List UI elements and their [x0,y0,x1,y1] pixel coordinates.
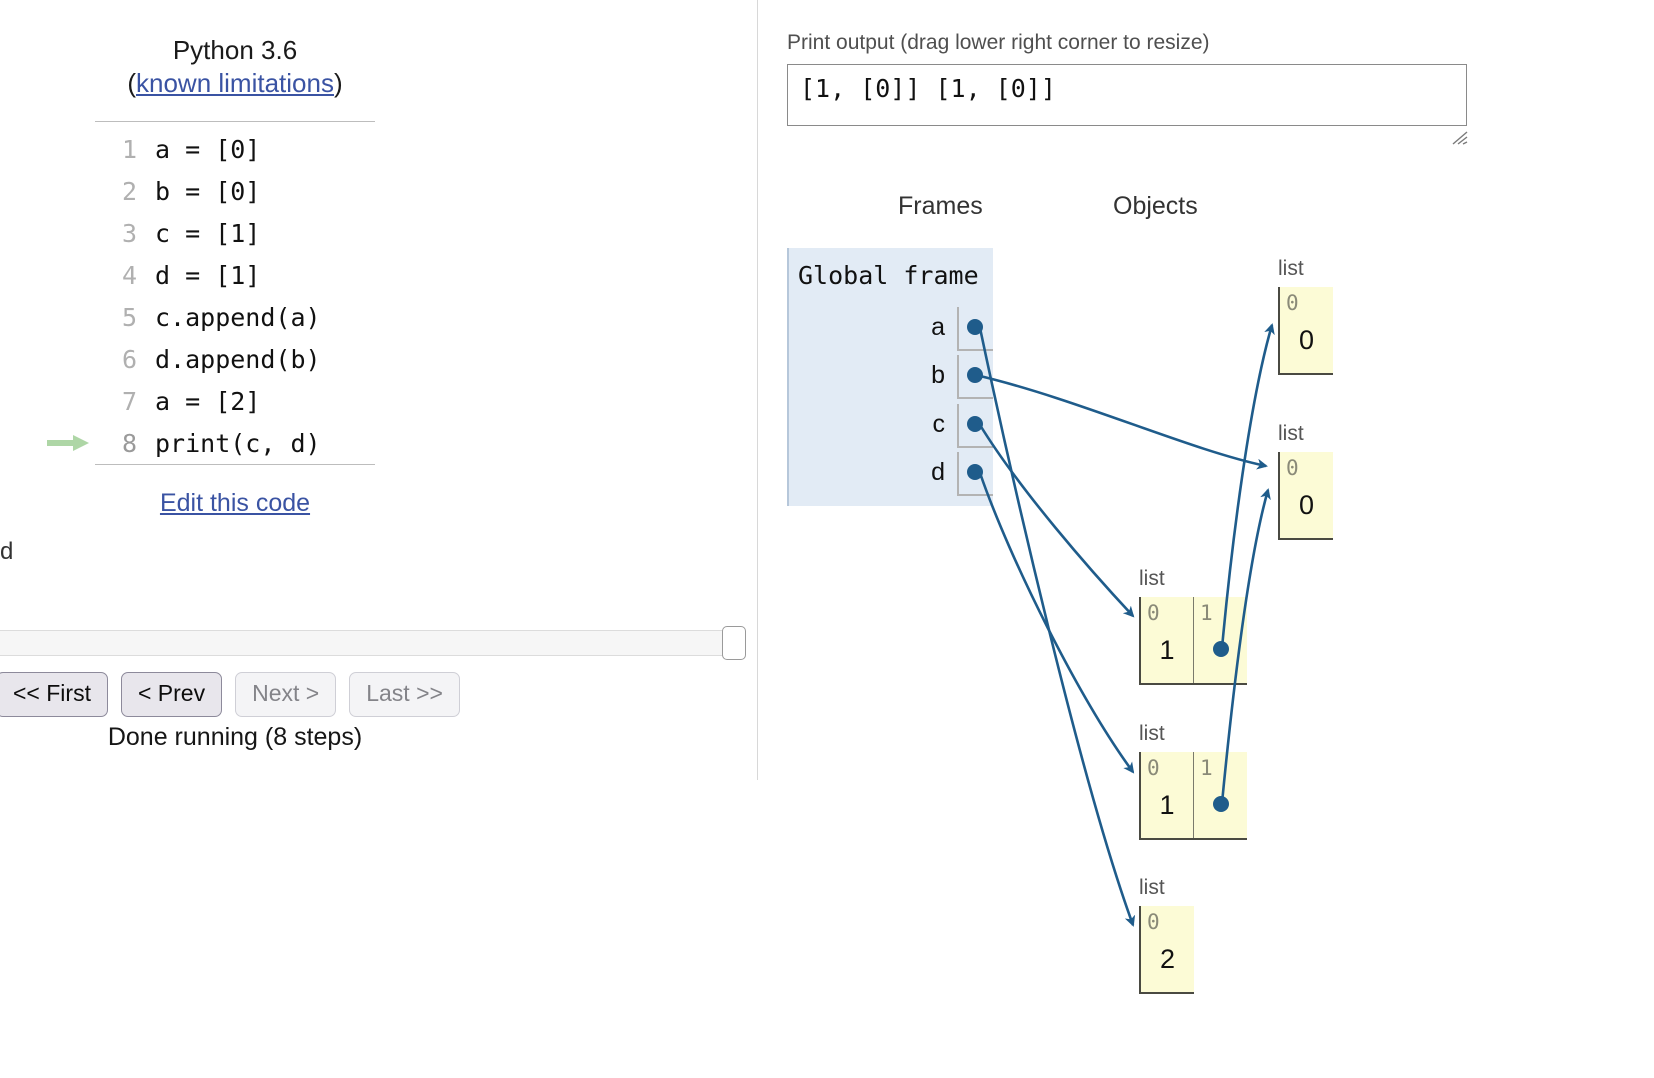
frames-column-title: Frames [898,192,983,220]
edit-this-code-link[interactable]: Edit this code [0,489,470,518]
resize-grip-icon[interactable] [1452,131,1468,145]
object-cell: 1 [1194,597,1247,683]
code-line-source: c = [1] [155,218,261,248]
frame-variable-name: d [931,458,945,486]
frame-variable-slot [957,307,993,351]
object-cell: 00 [1280,452,1333,538]
code-line-3[interactable]: 3 c = [1] [95,212,425,254]
frame-variable-b: b [787,353,993,401]
object-cell-index: 0 [1147,910,1160,934]
print-output-box[interactable]: [1, [0]] [1, [0]] [787,64,1467,126]
frame-variable-name: a [931,313,945,341]
code-line-source: print(c, d) [155,428,321,458]
object-cells: 00 [1278,452,1333,540]
code-listing: 1 a = [0] 2 b = [0] 3 c = [1] 4 d = [1] 5 c.appen… [47,128,425,464]
code-line-number: 7 [121,386,137,416]
object-cell-index: 0 [1286,291,1299,315]
code-line-number: 1 [121,134,137,164]
object-cell-value: 1 [1159,635,1175,665]
known-limitations-line: (known limitations) [0,67,470,100]
nav-button-prev[interactable]: < Prev [120,672,223,717]
code-line-source: d.append(b) [155,344,321,374]
code-line-source: a = [0] [155,134,261,164]
object-cells: 011 [1139,752,1247,840]
code-rule-top [95,121,375,122]
object-cells: 02 [1139,906,1194,994]
paren-open: ( [127,68,136,98]
frame-variable-slot [957,355,993,399]
code-line-5[interactable]: 5 c.append(a) [95,296,425,338]
object-obj_list_b: list 0 0 [1278,257,1333,375]
object-cell-index: 0 [1147,756,1160,780]
frame-variable-slot [957,452,993,496]
pane-divider [757,0,758,780]
code-line-1[interactable]: 1 a = [0] [95,128,425,170]
code-line-number: 2 [121,176,137,206]
code-line-4[interactable]: 4 d = [1] [95,254,425,296]
object-obj_list_a_old: list 0 0 [1278,422,1333,540]
code-line-number: 3 [121,218,137,248]
current-line-arrow-icon [47,435,89,451]
object-cell-value: 1 [1159,790,1175,820]
object-obj_c: list 0 1 1 [1139,567,1247,685]
nav-button-next: Next > [235,672,337,717]
object-obj_a: list 0 2 [1139,876,1194,994]
object-cell-index: 1 [1200,601,1213,625]
code-line-2[interactable]: 2 b = [0] [95,170,425,212]
object-cell-value: 0 [1298,325,1315,355]
code-line-number: 8 [121,428,137,458]
code-line-6[interactable]: 6 d.append(b) [95,338,425,380]
object-type-label: list [1139,876,1165,899]
execution-slider-handle[interactable] [722,626,746,660]
objects-column-title: Objects [1113,192,1198,220]
object-cells: 011 [1139,597,1247,685]
object-type-label: list [1139,722,1165,745]
object-cell-index: 0 [1286,456,1299,480]
object-cells: 00 [1278,287,1333,375]
code-line-number: 5 [121,302,137,332]
navigation-buttons: << First < Prev Next > Last >> [0,672,460,717]
object-cell-index: 0 [1147,601,1160,625]
paren-close: ) [333,68,343,98]
nav-button-first[interactable]: << First [0,672,108,717]
code-line-source: b = [0] [155,176,261,206]
code-line-8[interactable]: 8 print(c, d) [47,422,425,464]
object-cell: 1 [1194,752,1247,838]
frame-variable-a: a [787,305,993,353]
execution-slider-track[interactable] [0,630,746,656]
object-type-label: list [1139,567,1165,590]
code-line-source: d = [1] [155,260,261,290]
object-type-label: list [1278,422,1304,445]
code-line-7[interactable]: 7 a = [2] [95,380,425,422]
python-tutor-visualizer: Python 3.6 (known limitations) 1 a = [0] 2… [0,0,1654,1078]
object-cell-value: 2 [1159,944,1176,974]
object-type-label: list [1278,257,1304,280]
code-line-number: 6 [121,344,137,374]
object-cell: 02 [1141,906,1194,992]
execution-status: Done running (8 steps) [107,723,363,751]
code-line-number: 4 [121,260,137,290]
nav-button-last: Last >> [349,672,460,717]
frame-variable-name: b [931,361,945,389]
frame-variable-c: c [787,402,993,450]
object-cell: 01 [1141,597,1194,683]
python-version-header: Python 3.6 (known limitations) [0,34,470,100]
frame-variable-d: d [787,450,993,498]
known-limitations-link[interactable]: known limitations [136,68,334,98]
code-line-source: a = [2] [155,386,261,416]
object-cell: 00 [1280,287,1333,373]
frame-variable-slot [957,404,993,448]
python-version-label: Python 3.6 [172,35,298,65]
object-cell-index: 1 [1200,756,1213,780]
object-cell-value: 0 [1298,490,1315,520]
frame-variable-name: c [932,410,946,438]
code-rule-bottom [95,464,375,465]
print-output-label: Print output (drag lower right corner to… [787,31,1210,54]
code-line-source: c.append(a) [155,302,321,332]
object-obj_d: list 0 1 1 [1139,722,1247,840]
stray-text: d [0,538,14,565]
object-cell: 01 [1141,752,1194,838]
global-frame-title: Global frame [798,261,979,290]
